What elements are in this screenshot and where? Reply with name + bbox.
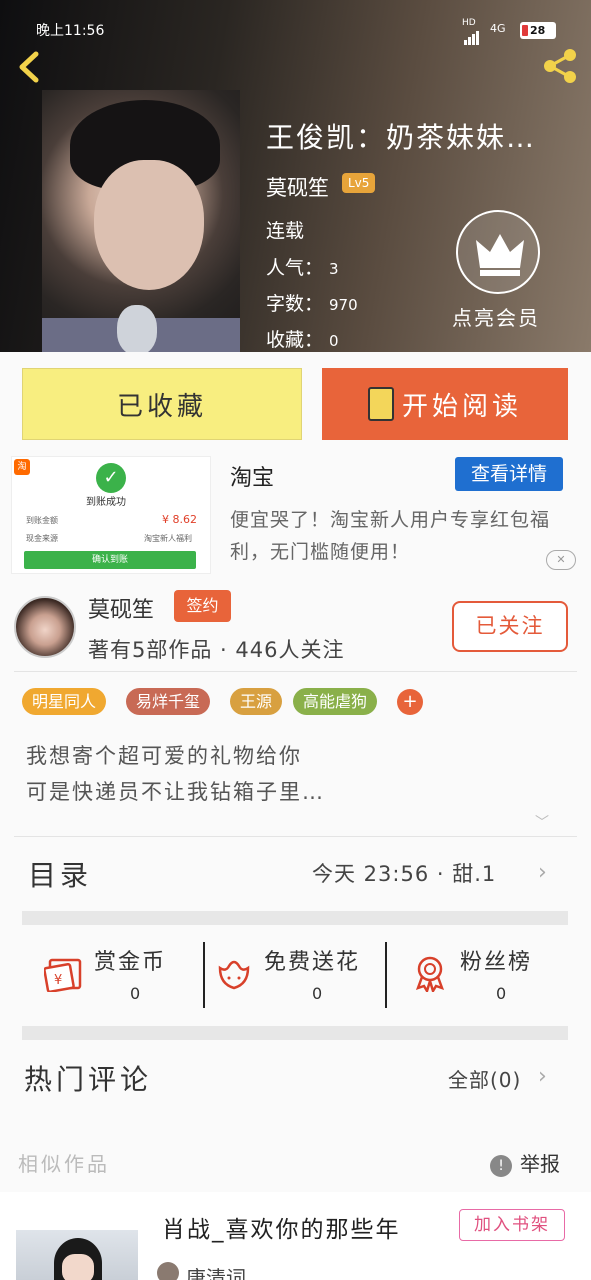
avatar — [157, 1262, 179, 1280]
svg-text:¥: ¥ — [54, 973, 62, 988]
recommended-book-cover[interactable] — [16, 1230, 138, 1280]
book-favorites: 收藏： 0 — [266, 329, 339, 351]
book-icon — [367, 387, 394, 421]
taobao-logo: 淘 — [14, 459, 30, 475]
level-badge: Lv5 — [342, 173, 376, 193]
book-popularity: 人气： 3 — [266, 257, 339, 279]
chevron-right-icon[interactable]: › — [538, 860, 547, 885]
vip-member-button[interactable] — [456, 210, 540, 294]
tag-item[interactable]: 明星同人 — [22, 688, 107, 715]
ad-close-button[interactable]: ✕ — [546, 550, 576, 570]
expand-chevron-icon[interactable]: ﹀ — [535, 812, 549, 832]
book-word-count: 字数： 970 — [266, 293, 358, 315]
check-icon: ✓ — [96, 463, 126, 493]
share-button[interactable] — [540, 48, 580, 84]
divider — [385, 942, 387, 1008]
member-label[interactable]: 点亮会员 — [452, 302, 540, 331]
book-cover[interactable] — [42, 90, 240, 352]
section-gap — [22, 1026, 568, 1040]
ad-image[interactable]: 淘 ✓ 到账成功 到账金额 ¥ 8.62 现金来源 淘宝新人福利 确认到账 — [11, 456, 211, 574]
battery-icon: 28 — [520, 22, 556, 39]
follow-button[interactable]: 已关注 — [452, 601, 568, 652]
ad-description[interactable]: 便宜哭了！淘宝新人用户专享红包福利，无门槛随便用！ — [230, 504, 582, 568]
fan-ranking-button[interactable]: 粉丝榜 0 — [410, 940, 560, 1008]
more-tags-button[interactable]: + — [397, 689, 423, 715]
collected-button[interactable]: 已收藏 — [22, 368, 302, 440]
hot-comments-label: 热门评论 — [24, 1063, 153, 1096]
recommended-book-title[interactable]: 肖战_喜欢你的那些年 — [162, 1210, 401, 1244]
share-icon — [544, 49, 576, 83]
author-name[interactable]: 莫砚笙 — [88, 592, 154, 624]
alert-icon: ! — [490, 1154, 512, 1177]
author-stats: 著有5部作品 · 446人关注 — [88, 638, 345, 662]
divider — [14, 671, 577, 672]
book-intro[interactable]: 我想寄个超可爱的礼物给你 可是快递员不让我钻箱子里… — [26, 738, 325, 810]
status-time: 晚上11:56 — [36, 23, 105, 39]
tag-item[interactable]: 易烊千玺 — [126, 688, 211, 715]
toc-label[interactable]: 目录 — [28, 854, 92, 894]
author-avatar[interactable] — [14, 596, 76, 658]
status-bar: 晚上11:56 HD 4G 28 — [0, 0, 591, 50]
report-button[interactable]: ! 举报 — [490, 1148, 560, 1177]
send-flower-button[interactable]: 免费送花 0 — [214, 940, 374, 1008]
book-title: 王俊凯：奶茶妹妹… — [266, 121, 537, 154]
similar-works-label: 相似作品 — [18, 1152, 110, 1176]
ad-title[interactable]: 淘宝 — [230, 460, 274, 492]
signed-badge: 签约 — [174, 590, 231, 622]
book-header: 晚上11:56 HD 4G 28 王俊凯：奶茶妹妹… 莫砚笙 Lv5 连载 人气… — [0, 0, 591, 352]
reward-coins-button[interactable]: ¥ 赏金币 0 — [44, 940, 194, 1008]
back-button[interactable] — [14, 50, 44, 84]
network-type: 4G — [490, 22, 506, 35]
all-comments-link[interactable]: 全部(0) — [448, 1064, 521, 1093]
tag-item[interactable]: 王源 — [230, 688, 283, 715]
book-status: 连载 — [266, 220, 305, 242]
add-to-shelf-button[interactable]: 加入书架 — [459, 1209, 565, 1241]
divider — [14, 836, 577, 837]
flower-icon — [218, 960, 250, 990]
crown-icon — [476, 234, 524, 276]
medal-icon — [415, 956, 445, 992]
back-arrow-icon — [19, 51, 39, 83]
book-author[interactable]: 莫砚笙 — [266, 172, 329, 202]
red-envelope-icon: ¥ — [44, 958, 82, 992]
tag-item[interactable]: 高能虐狗 — [293, 688, 378, 715]
chevron-right-icon[interactable]: › — [538, 1064, 547, 1089]
signal-icon — [464, 26, 480, 45]
recommended-book-author: 唐清词 — [186, 1266, 246, 1280]
divider — [203, 942, 205, 1008]
view-details-button[interactable]: 查看详情 — [455, 457, 563, 491]
section-gap — [22, 911, 568, 925]
latest-chapter[interactable]: 今天 23:56 · 甜.1 — [312, 858, 496, 888]
start-reading-button[interactable]: 开始阅读 — [322, 368, 568, 440]
